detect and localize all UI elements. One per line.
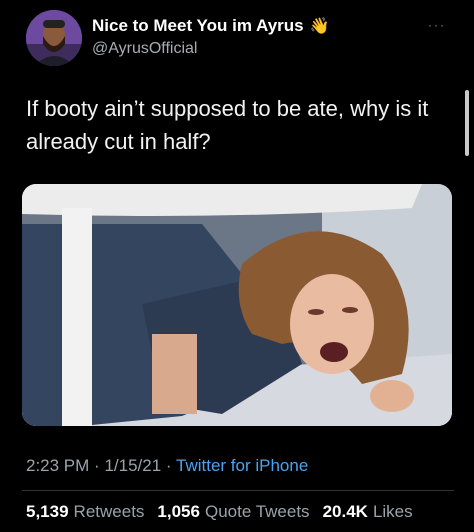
- waving-hand-icon: 👋: [309, 18, 330, 35]
- quote-tweets-stat[interactable]: 1,056 Quote Tweets: [157, 502, 309, 522]
- retweets-count: 5,139: [26, 502, 69, 521]
- more-options-icon[interactable]: ···: [428, 18, 446, 32]
- tweet-source-link[interactable]: Twitter for iPhone: [176, 456, 308, 475]
- author-display-name[interactable]: Nice to Meet You im Ayrus: [92, 16, 304, 36]
- quote-tweets-count: 1,056: [157, 502, 200, 521]
- avatar[interactable]: [26, 10, 82, 66]
- scrollbar[interactable]: [465, 90, 469, 156]
- divider: [22, 490, 454, 491]
- retweets-stat[interactable]: 5,139 Retweets: [26, 502, 144, 522]
- tweet-time[interactable]: 2:23 PM: [26, 456, 89, 475]
- tweet-meta: 2:23 PM · 1/15/21 · Twitter for iPhone: [26, 456, 308, 476]
- avatar-image: [26, 10, 82, 66]
- likes-stat[interactable]: 20.4K Likes: [323, 502, 413, 522]
- media-photo: [22, 184, 452, 426]
- author-display-name-row[interactable]: Nice to Meet You im Ayrus 👋: [92, 16, 330, 36]
- tweet-date[interactable]: 1/15/21: [104, 456, 161, 475]
- meta-separator: ·: [165, 456, 172, 475]
- author-handle[interactable]: @AyrusOfficial: [92, 40, 197, 58]
- tweet-stats: 5,139 Retweets 1,056 Quote Tweets 20.4K …: [26, 502, 419, 522]
- quote-tweets-label: Quote Tweets: [204, 502, 310, 521]
- retweets-label: Retweets: [73, 502, 145, 521]
- tweet-media-image[interactable]: [22, 184, 452, 426]
- likes-count: 20.4K: [322, 502, 368, 521]
- likes-label: Likes: [372, 502, 413, 521]
- meta-separator: ·: [94, 456, 100, 475]
- tweet-text: If booty ain’t supposed to be ate, why i…: [26, 96, 429, 154]
